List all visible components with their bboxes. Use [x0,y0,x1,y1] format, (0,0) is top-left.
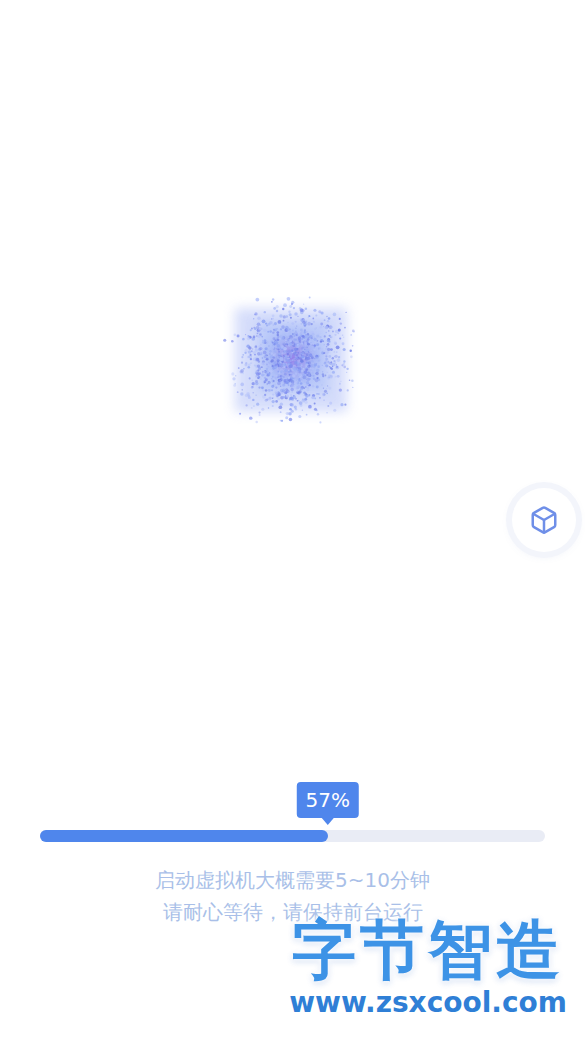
floating-vm-button[interactable] [512,488,576,552]
watermark-title: 字节智造 [292,914,564,986]
loading-animation [0,282,585,438]
hint-message: 请耐心等待，请保持前台运行 [163,896,423,928]
progress-fill [40,830,328,842]
hint-messages: 启动虚拟机大概需要5~10分钟请耐心等待，请保持前台运行 [40,864,545,928]
particle-cube-icon [213,282,373,438]
hint-message: 启动虚拟机大概需要5~10分钟 [155,864,430,896]
vm-boot-screen: 57% 启动虚拟机大概需要5~10分钟请耐心等待，请保持前台运行字节智造www.z… [0,0,585,1040]
progress-track: 57% [40,830,545,842]
progress-tooltip: 57% [297,782,359,818]
watermark-url: www.zsxcool.com [289,986,567,1020]
cube-icon [529,505,559,535]
progress-section: 57% 启动虚拟机大概需要5~10分钟请耐心等待，请保持前台运行 [0,770,585,928]
watermark: 字节智造www.zsxcool.com [289,914,567,1020]
